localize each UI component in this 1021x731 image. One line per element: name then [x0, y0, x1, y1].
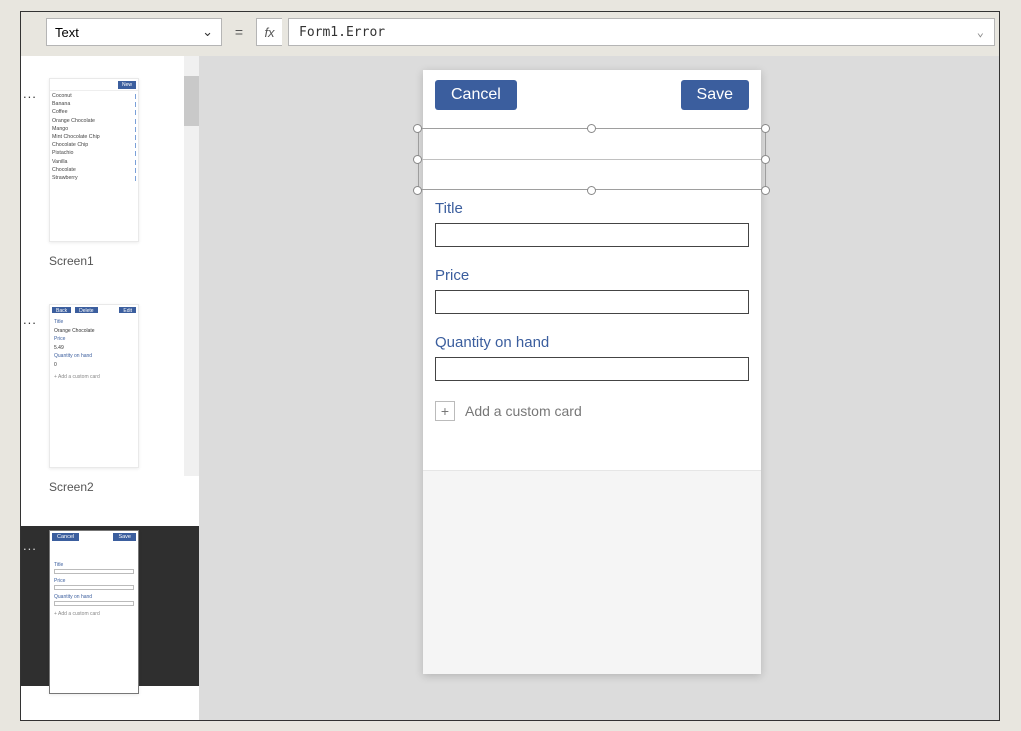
plus-icon: +: [435, 401, 455, 421]
thumb2-title-val: Orange Chocolate: [54, 327, 134, 336]
selection-midline: [418, 159, 766, 160]
thumb1-new-button: New: [118, 81, 136, 89]
app-frame: Text ⌄ = fx Form1.Error ⌄ ⌃ ... New Coco…: [20, 11, 1000, 721]
price-label: Price: [435, 267, 749, 284]
formula-bar: Text ⌄ = fx Form1.Error ⌄: [46, 18, 995, 46]
resize-handle-s[interactable]: [587, 186, 596, 195]
chevron-down-icon: ⌄: [202, 24, 213, 40]
ellipsis-icon[interactable]: ...: [23, 312, 37, 327]
thumb2-back: Back: [52, 307, 71, 313]
thumb3-title-field: [54, 569, 134, 574]
quantity-label: Quantity on hand: [435, 334, 749, 351]
phone-bottom-area: [423, 470, 761, 674]
price-input[interactable]: [435, 290, 749, 314]
thumb2-price-lbl: Price: [54, 335, 134, 344]
list-item: Vanilla: [52, 158, 136, 166]
screens-panel: ⌃ ... New Coconut Banana Coffee Orange C…: [21, 56, 199, 720]
thumb3-body: Title Price Quantity on hand + Add a cus…: [50, 543, 138, 622]
add-custom-card[interactable]: + Add a custom card: [435, 401, 749, 421]
fx-icon[interactable]: fx: [256, 18, 282, 46]
list-item: Pistachio: [52, 149, 136, 157]
resize-handle-nw[interactable]: [413, 124, 422, 133]
thumb3-title-lbl: Title: [54, 561, 134, 569]
resize-handle-w[interactable]: [413, 155, 422, 164]
thumb1-list: Coconut Banana Coffee Orange Chocolate M…: [50, 91, 138, 186]
thumb3-cancel: Cancel: [52, 533, 79, 541]
resize-handle-n[interactable]: [587, 124, 596, 133]
resize-handle-se[interactable]: [761, 186, 770, 195]
resize-handle-ne[interactable]: [761, 124, 770, 133]
list-item: Mango: [52, 125, 136, 133]
cancel-button[interactable]: Cancel: [435, 80, 517, 110]
ellipsis-icon[interactable]: ...: [23, 86, 37, 101]
list-item: Strawberry: [52, 174, 136, 182]
screen-label-1: Screen1: [49, 254, 94, 268]
screen-label-2: Screen2: [49, 480, 94, 494]
formula-input[interactable]: Form1.Error ⌄: [288, 18, 995, 46]
resize-handle-e[interactable]: [761, 155, 770, 164]
thumb3-price-lbl: Price: [54, 577, 134, 585]
resize-handle-sw[interactable]: [413, 186, 422, 195]
thumb3-header: Cancel Save: [50, 531, 138, 543]
title-input[interactable]: [435, 223, 749, 247]
list-item: Coconut: [52, 92, 136, 100]
thumb3-add: + Add a custom card: [54, 610, 134, 618]
thumb2-qty-val: 0: [54, 361, 134, 370]
screen-thumb-2[interactable]: Back Delete Edit Title Orange Chocolate …: [49, 304, 139, 468]
equals-label: =: [228, 18, 250, 46]
title-label: Title: [435, 200, 749, 217]
thumb3-qty-field: [54, 601, 134, 606]
form-header: Cancel Save: [423, 70, 761, 110]
phone-screen[interactable]: Cancel Save Title Price Quantity on hand: [423, 70, 761, 674]
ellipsis-icon[interactable]: ...: [23, 538, 37, 553]
list-item: Banana: [52, 100, 136, 108]
list-item: Orange Chocolate: [52, 117, 136, 125]
design-canvas[interactable]: Cancel Save Title Price Quantity on hand: [199, 56, 999, 720]
add-custom-card-label: Add a custom card: [465, 403, 582, 419]
thumb3-qty-lbl: Quantity on hand: [54, 593, 134, 601]
thumb2-delete: Delete: [75, 307, 97, 313]
quantity-input[interactable]: [435, 357, 749, 381]
screen-thumb-1[interactable]: New Coconut Banana Coffee Orange Chocola…: [49, 78, 139, 242]
save-button[interactable]: Save: [681, 80, 749, 110]
property-selector[interactable]: Text ⌄: [46, 18, 222, 46]
chevron-down-icon[interactable]: ⌄: [977, 25, 984, 39]
property-selector-label: Text: [55, 25, 79, 40]
thumb2-add: + Add a custom card: [54, 373, 134, 382]
thumb3-price-field: [54, 585, 134, 590]
thumb2-edit: Edit: [119, 307, 136, 313]
thumb2-price-val: 5.49: [54, 344, 134, 353]
list-item: Coffee: [52, 108, 136, 116]
screen-thumb-3[interactable]: Cancel Save Title Price Quantity on hand…: [49, 530, 139, 694]
scrollbar-thumb[interactable]: [184, 76, 199, 126]
thumb1-header: New: [50, 79, 138, 91]
thumb3-save: Save: [113, 533, 136, 541]
formula-text: Form1.Error: [299, 25, 385, 40]
form-body: Title Price Quantity on hand + Add a cus…: [435, 200, 749, 421]
list-item: Chocolate: [52, 166, 136, 174]
list-item: Chocolate Chip: [52, 141, 136, 149]
thumb2-qty-lbl: Quantity on hand: [54, 352, 134, 361]
thumb2-body: Title Orange Chocolate Price 5.49 Quanti…: [50, 315, 138, 385]
list-item: Mint Chocolate Chip: [52, 133, 136, 141]
thumb2-title-lbl: Title: [54, 318, 134, 327]
thumb2-header: Back Delete Edit: [50, 305, 138, 315]
